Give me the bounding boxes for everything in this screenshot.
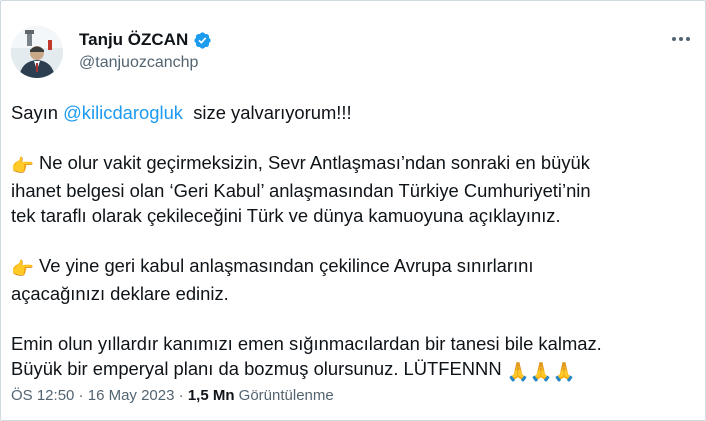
- pointing-hand-emoji: 👉: [11, 155, 34, 176]
- tweet-text: Sayın @kilicdarogluk size yalvarıyorum!!…: [11, 100, 701, 384]
- author-display-name[interactable]: Tanju ÖZCAN: [79, 30, 188, 50]
- pointing-hand-emoji: 👉: [11, 258, 34, 279]
- tweet-text-line: Emin olun yıllardır kanımızı emen sığınm…: [11, 333, 602, 354]
- tweet-text-line: Ne olur vakit geçirmeksizin, Sevr Antlaş…: [33, 152, 590, 173]
- more-horizontal-icon: [679, 37, 683, 41]
- tweet-text-segment: Sayın: [11, 102, 64, 123]
- avatar-photo: [11, 26, 63, 78]
- folded-hands-emoji: 🙏🙏🙏: [506, 361, 576, 382]
- tweet-date-link[interactable]: 16 May 2023: [88, 387, 175, 404]
- views-count: 1,5 Mn: [187, 387, 235, 404]
- tweet-text-line: tek taraflı olarak çekileceğini Türk ve …: [11, 205, 561, 226]
- tweet-time-link[interactable]: ÖS 12:50: [11, 387, 74, 404]
- tweet-text-line: açacağınızı deklare ediniz.: [11, 283, 229, 304]
- author-handle[interactable]: @tanjuozcanchp: [79, 54, 198, 72]
- meta-separator: ·: [74, 387, 88, 404]
- tweet-metadata: ÖS 12:50 · 16 May 2023 · 1,5 Mn Görüntül…: [11, 387, 334, 404]
- verified-badge-icon: [194, 31, 211, 49]
- tweet-paragraph-1: Sayın @kilicdarogluk size yalvarıyorum!!…: [11, 100, 701, 125]
- tweet-paragraph-4: Emin olun yıllardır kanımızı emen sığınm…: [11, 331, 701, 384]
- tweet-text-line: ihanet belgesi olan ‘Geri Kabul’ anlaşma…: [11, 180, 591, 201]
- more-options-button[interactable]: [666, 28, 696, 50]
- views-label: Görüntülenme: [234, 387, 334, 404]
- tweet-paragraph-2: 👉 Ne olur vakit geçirmeksizin, Sevr Antl…: [11, 150, 701, 228]
- author-avatar[interactable]: [11, 26, 63, 78]
- tweet-text-line: Büyük bir emperyal planı da bozmuş olurs…: [11, 358, 507, 379]
- author-name-row[interactable]: Tanju ÖZCAN: [79, 29, 212, 51]
- mention-link[interactable]: @kilicdarogluk: [63, 102, 183, 123]
- more-horizontal-icon: [672, 37, 676, 41]
- tweet-text-line: Ve yine geri kabul anlaşmasından çekilin…: [33, 255, 534, 276]
- more-horizontal-icon: [686, 37, 690, 41]
- meta-separator: ·: [174, 387, 188, 404]
- tweet-paragraph-3: 👉 Ve yine geri kabul anlaşmasından çekil…: [11, 253, 701, 306]
- tweet-text-segment: size yalvarıyorum!!!: [183, 102, 352, 123]
